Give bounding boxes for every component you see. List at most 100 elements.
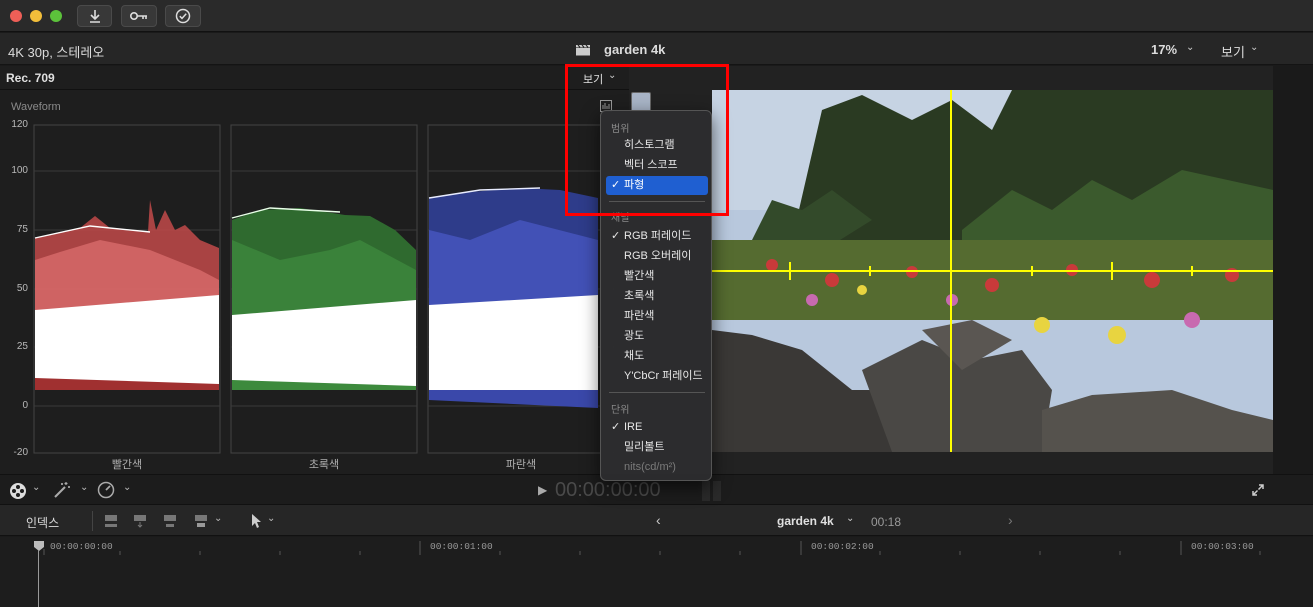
clapperboard-icon — [576, 44, 590, 56]
menu-item-luma[interactable]: 광도 — [606, 327, 708, 346]
keywords-button[interactable] — [121, 5, 157, 27]
minimize-window-button[interactable] — [30, 10, 42, 22]
append-clip-icon[interactable] — [162, 513, 178, 529]
video-frame — [712, 90, 1273, 452]
checkmark-icon: ✓ — [611, 179, 621, 191]
menu-item-waveform[interactable]: ✓ 파형 — [606, 176, 708, 195]
menu-item-label: 히스토그램 — [624, 139, 675, 151]
view-chevron-icon[interactable]: ⌄ — [1250, 42, 1258, 53]
play-icon[interactable]: ▶ — [538, 483, 547, 497]
menu-item-label: 빨간색 — [624, 270, 655, 282]
viewer-thumbnail — [631, 92, 651, 112]
checkmark-icon: ✓ — [611, 421, 621, 433]
menu-item-label: 광도 — [624, 330, 645, 342]
menu-item-label: 채도 — [624, 350, 645, 362]
import-arrow-icon — [89, 10, 100, 23]
project-chevron-icon[interactable]: ⌄ — [846, 513, 854, 524]
project-name[interactable]: garden 4k — [777, 514, 834, 528]
menu-separator — [609, 201, 705, 202]
menu-item-histogram[interactable]: 히스토그램 — [606, 136, 708, 155]
checkmark-icon: ✓ — [611, 230, 621, 242]
scope-view-menu: 범위 히스토그램 벡터 스코프 ✓ 파형 채널 ✓ RGB 퍼레이드 RGB 오버레… — [600, 110, 712, 481]
chevron-down-icon[interactable]: ⌄ — [267, 513, 275, 524]
next-project-icon[interactable]: › — [1008, 512, 1013, 528]
menu-section-channel: 채널 — [611, 213, 630, 224]
channel-label-red: 빨간색 — [111, 459, 143, 471]
scope-view-chevron-icon[interactable]: ⌄ — [608, 70, 616, 81]
green-channel-waveform — [230, 124, 418, 454]
blue-channel-waveform — [427, 124, 615, 454]
index-button[interactable]: 인덱스 — [26, 514, 59, 531]
red-channel-waveform — [33, 124, 221, 454]
channel-label-blue: 파란색 — [505, 459, 537, 471]
menu-item-ire[interactable]: ✓ IRE — [606, 418, 708, 437]
format-label: 4K 30p, 스테레오 — [8, 45, 105, 60]
menu-item-label: 파형 — [624, 179, 645, 191]
zoom-window-button[interactable] — [50, 10, 62, 22]
ruler-timecode: 00:00:01:00 — [430, 541, 493, 552]
background-tasks-button[interactable] — [165, 5, 201, 27]
title-bar — [0, 0, 1313, 32]
overwrite-clip-icon[interactable] — [193, 513, 209, 529]
menu-item-ycbcr-parade[interactable]: Y'CbCr 퍼레이드 — [606, 367, 708, 386]
ruler-ticks — [43, 541, 1261, 555]
menu-item-vectorscope[interactable]: 벡터 스코프 — [606, 156, 708, 175]
zoom-level[interactable]: 17% — [1151, 42, 1177, 57]
playback-options-icon[interactable] — [9, 482, 27, 500]
color-space-label: Rec. 709 — [6, 71, 55, 85]
chevron-down-icon[interactable]: ⌄ — [214, 513, 222, 524]
clip-title: garden 4k — [604, 42, 666, 57]
menu-section-unit: 단위 — [611, 405, 630, 416]
ruler-timecode: 00:00:00:00 — [50, 541, 113, 552]
divider — [92, 511, 93, 531]
fullscreen-icon[interactable] — [1251, 483, 1265, 497]
menu-item-chroma[interactable]: 채도 — [606, 347, 708, 366]
menu-item-green[interactable]: 초록색 — [606, 287, 708, 306]
menu-item-rgb-parade[interactable]: ✓ RGB 퍼레이드 — [606, 227, 708, 246]
import-button[interactable] — [77, 5, 112, 27]
waveform-plot: Waveform 120 100 75 50 25 0 -20 빨간색 초록색 … — [0, 90, 629, 474]
timeline-ruler[interactable]: 00:00:00:00 00:00:01:00 00:00:02:00 00:0… — [0, 537, 1313, 555]
chevron-down-icon[interactable]: ⌄ — [32, 482, 40, 493]
speed-gauge-icon[interactable] — [97, 481, 115, 499]
previous-project-icon[interactable]: ‹ — [656, 512, 661, 528]
menu-item-rgb-overlay[interactable]: RGB 오버레이 — [606, 247, 708, 266]
chevron-down-icon[interactable]: ⌄ — [123, 482, 131, 493]
insert-clip-icon[interactable] — [132, 513, 148, 529]
waveform-graph — [33, 124, 615, 454]
channel-label-green: 초록색 — [308, 459, 340, 471]
checkmark-circle-icon — [175, 8, 191, 24]
connect-clip-icon[interactable] — [103, 513, 119, 529]
menu-item-label: RGB 퍼레이드 — [624, 230, 692, 242]
scope-header: Rec. 709 보기 ⌄ — [0, 66, 629, 90]
menu-item-label: 초록색 — [624, 290, 655, 302]
ruler-timecode: 00:00:02:00 — [811, 541, 874, 552]
menu-item-millivolts[interactable]: 밀리볼트 — [606, 438, 708, 457]
menu-section-range: 범위 — [611, 124, 630, 135]
viewer-header: 4K 30p, 스테레오 garden 4k 17% ⌄ 보기 ⌄ — [0, 33, 1313, 65]
menu-item-label: nits(cd/m²) — [624, 461, 676, 473]
scope-view-button[interactable]: 보기 — [583, 71, 603, 87]
close-window-button[interactable] — [10, 10, 22, 22]
select-tool-icon[interactable] — [249, 513, 263, 529]
menu-item-label: RGB 오버레이 — [624, 250, 692, 262]
ruler-timecode: 00:00:03:00 — [1191, 541, 1254, 552]
menu-item-label: 벡터 스코프 — [624, 159, 678, 171]
menu-separator — [609, 392, 705, 393]
timeline-toolbar: 인덱스 ⌄ ⌄ ‹ garden 4k ⌄ 00:18 › — [0, 504, 1313, 536]
menu-item-label: IRE — [624, 421, 643, 433]
zoom-chevron-icon[interactable]: ⌄ — [1186, 42, 1194, 53]
audio-meter-right — [713, 481, 721, 501]
menu-item-label: Y'CbCr 퍼레이드 — [624, 370, 703, 382]
video-scope-panel: Rec. 709 보기 ⌄ Waveform 120 100 75 50 25 … — [0, 66, 629, 474]
key-icon — [129, 11, 147, 21]
viewer-view-menu[interactable]: 보기 — [1221, 42, 1245, 61]
chevron-down-icon[interactable]: ⌄ — [80, 482, 88, 493]
timecode-display[interactable]: 00:00:00:00 — [555, 479, 661, 502]
menu-item-nits: nits(cd/m²) — [606, 458, 708, 477]
menu-item-blue[interactable]: 파란색 — [606, 307, 708, 326]
magic-wand-icon[interactable] — [52, 481, 72, 499]
project-duration: 00:18 — [871, 515, 902, 529]
menu-item-red[interactable]: 빨간색 — [606, 267, 708, 286]
timeline-area[interactable] — [0, 555, 1313, 607]
